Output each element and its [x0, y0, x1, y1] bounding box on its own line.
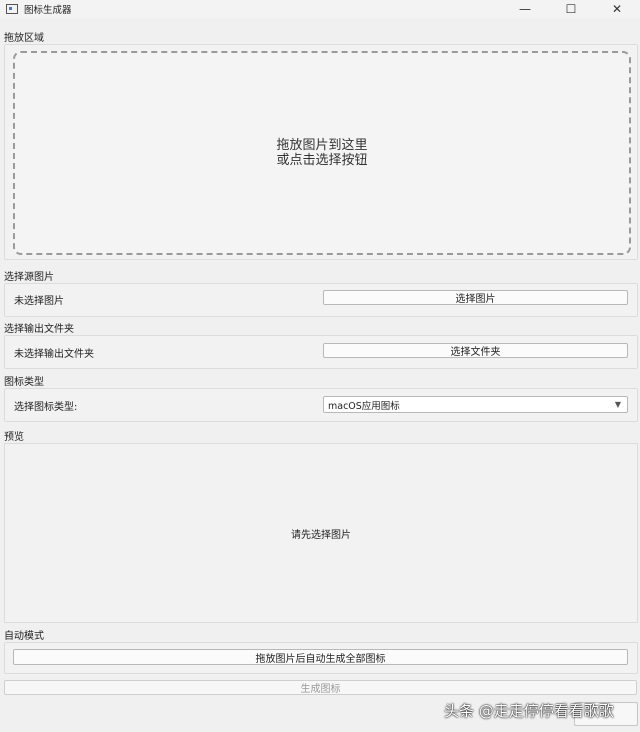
window-title: 图标生成器: [24, 5, 72, 16]
image-section-label: 选择源图片: [4, 272, 54, 283]
drop-zone-text: 拖放图片到这里 或点击选择按钮: [276, 138, 368, 168]
drop-section-label: 拖放区域: [4, 33, 44, 44]
window-controls: — ☐ ✕: [502, 0, 640, 18]
icon-type-select[interactable]: macOS应用图标 ▼: [323, 396, 628, 413]
type-section-label: 图标类型: [4, 377, 44, 388]
output-status-label: 未选择输出文件夹: [14, 349, 94, 360]
select-image-button[interactable]: 选择图片: [323, 290, 628, 305]
maximize-icon[interactable]: ☐: [548, 0, 594, 18]
preview-area: 请先选择图片: [4, 443, 638, 623]
auto-section-label: 自动模式: [4, 631, 44, 642]
chevron-down-icon: ▼: [614, 400, 621, 409]
icon-type-selected: macOS应用图标: [328, 400, 400, 412]
icon-type-label: 选择图标类型:: [14, 402, 78, 413]
title-bar: 图标生成器 — ☐ ✕: [0, 0, 640, 18]
app-icon: [6, 4, 18, 14]
minimize-icon[interactable]: —: [502, 0, 548, 18]
auto-generate-toggle-button[interactable]: 拖放图片后自动生成全部图标: [13, 649, 628, 665]
close-icon[interactable]: ✕: [594, 0, 640, 18]
image-status-label: 未选择图片: [14, 296, 64, 307]
generate-icons-button[interactable]: 生成图标: [4, 680, 637, 695]
output-section-label: 选择输出文件夹: [4, 324, 74, 335]
watermark: 头条 @走走停停看看歌歌: [444, 702, 614, 720]
preview-section-label: 预览: [4, 432, 24, 443]
select-folder-button[interactable]: 选择文件夹: [323, 343, 628, 358]
preview-placeholder: 请先选择图片: [291, 529, 351, 541]
drop-zone[interactable]: 拖放图片到这里 或点击选择按钮: [13, 51, 631, 255]
